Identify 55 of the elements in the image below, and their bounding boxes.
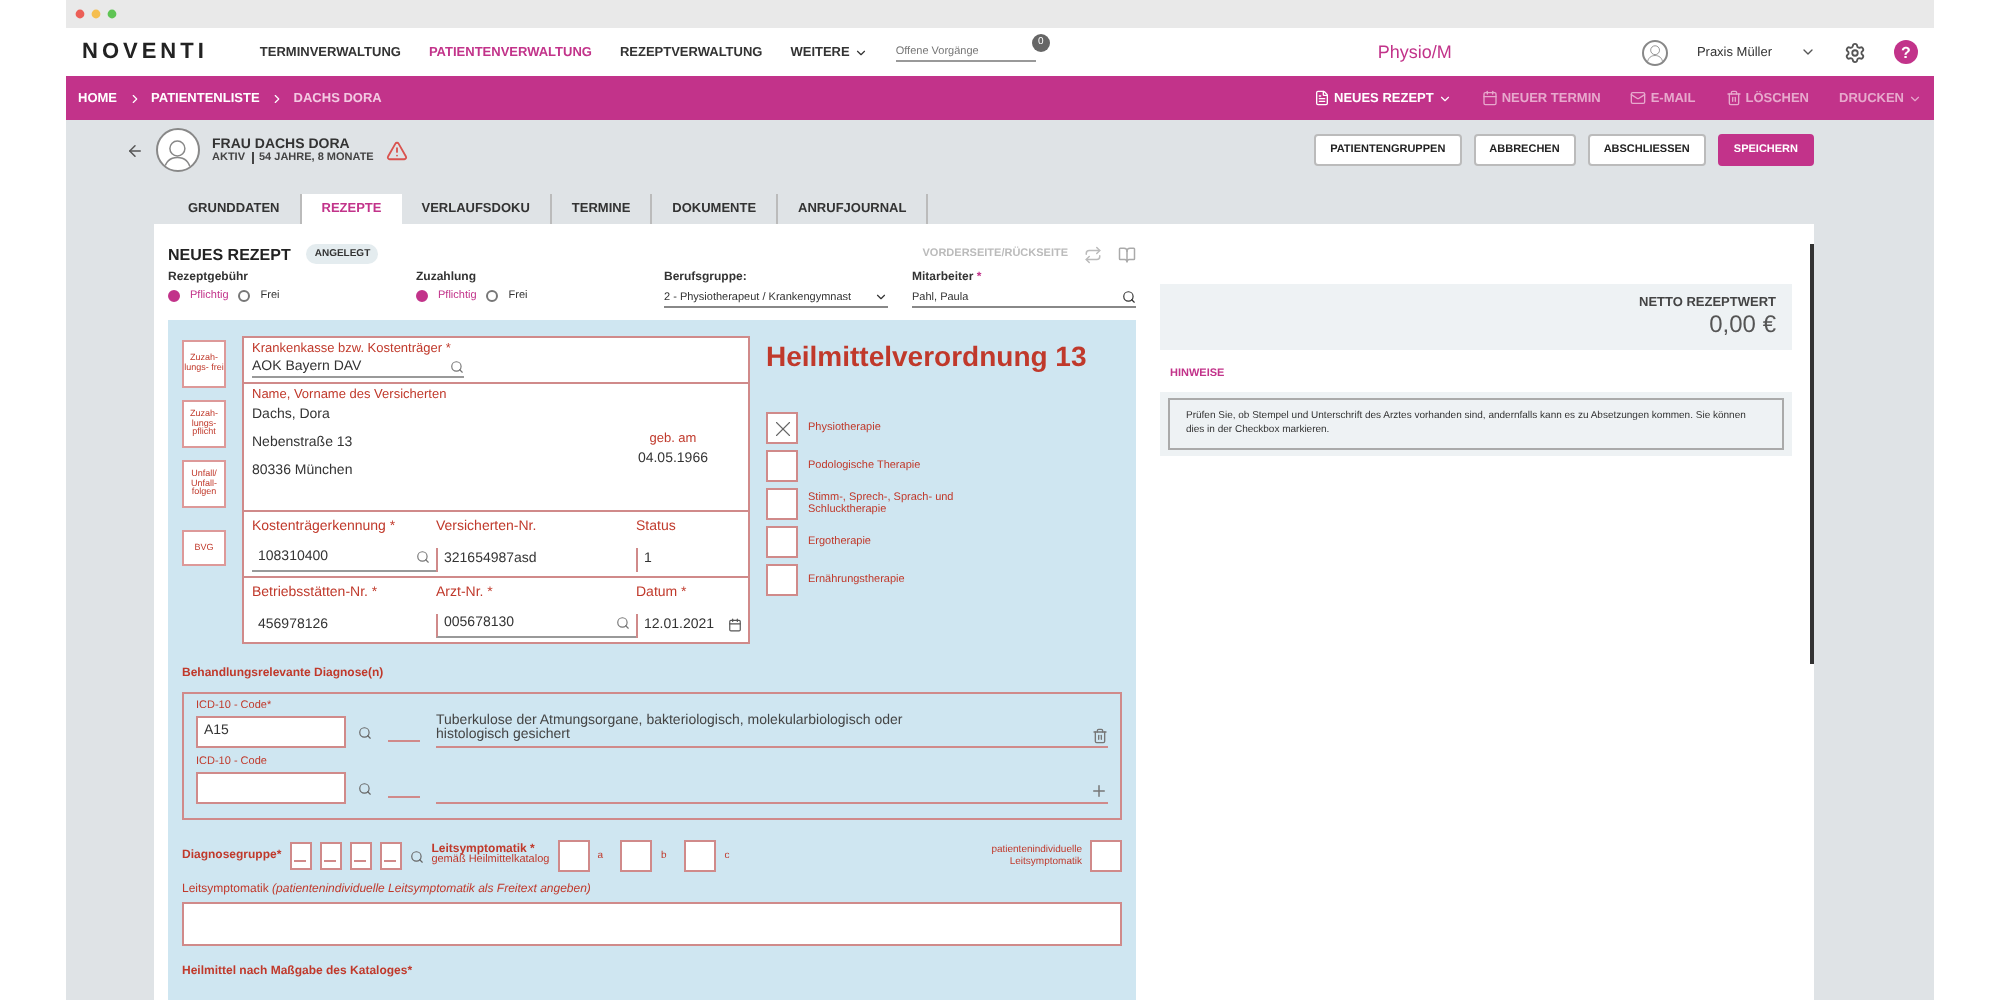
back-arrow-icon[interactable] — [126, 141, 144, 159]
search-icon[interactable] — [358, 726, 372, 740]
digit-field[interactable] — [379, 842, 402, 870]
settings-icon[interactable] — [1844, 41, 1866, 63]
swap-icon — [1084, 245, 1102, 263]
scrollbar[interactable] — [1810, 244, 1814, 664]
app-title: Physio/M — [1377, 42, 1454, 62]
checkbox[interactable] — [557, 840, 590, 872]
checkbox[interactable] — [766, 564, 798, 596]
summary-value: 0,00 € — [1707, 310, 1776, 338]
add-icon[interactable] — [1090, 782, 1108, 800]
calendar-icon — [1481, 90, 1498, 106]
window-controls-icon — [74, 8, 118, 20]
chevron-down-icon — [1800, 44, 1816, 60]
mail-icon — [1630, 90, 1647, 106]
digit-field[interactable] — [319, 842, 342, 870]
checkbox[interactable] — [766, 450, 798, 482]
caret-icon — [853, 45, 868, 59]
search-icon — [450, 360, 464, 374]
checkbox[interactable] — [766, 412, 798, 444]
radio-button[interactable] — [168, 290, 180, 302]
checkbox[interactable] — [620, 840, 653, 872]
caret-icon — [1437, 91, 1452, 105]
checkbox[interactable] — [1090, 840, 1122, 872]
radio-button[interactable] — [238, 290, 251, 302]
prescription-title: NEUES REZEPT — [168, 245, 291, 263]
trash-icon — [1725, 90, 1742, 106]
caret-icon — [1908, 91, 1922, 105]
search-icon — [616, 616, 630, 630]
book-icon — [1118, 245, 1136, 263]
logo[interactable]: NOVENTI — [82, 40, 208, 64]
checkbox[interactable] — [684, 840, 717, 872]
chevron-right-icon — [127, 91, 141, 105]
digit-field[interactable] — [349, 842, 372, 870]
search-icon — [1122, 290, 1136, 304]
warning-icon — [385, 139, 408, 161]
chevron-right-icon — [269, 91, 284, 105]
avatar — [1642, 39, 1669, 65]
caret-icon — [874, 290, 888, 304]
form-title: Heilmittelverordnung 13 — [766, 340, 1087, 372]
checkbox[interactable] — [766, 488, 798, 520]
avatar — [156, 128, 200, 172]
help-button[interactable]: ? — [1894, 40, 1918, 64]
calendar-icon — [728, 617, 742, 631]
text-field[interactable] — [182, 902, 1122, 946]
document-icon — [1314, 90, 1330, 106]
search-icon[interactable] — [358, 782, 372, 796]
search-icon — [416, 550, 430, 564]
search-icon[interactable] — [409, 849, 424, 863]
trash-icon[interactable] — [1092, 728, 1108, 744]
checkbox[interactable] — [766, 526, 798, 558]
code-field[interactable] — [196, 772, 346, 804]
digit-field[interactable] — [289, 842, 312, 870]
radio-button[interactable] — [416, 290, 428, 302]
radio-button[interactable] — [486, 290, 499, 302]
